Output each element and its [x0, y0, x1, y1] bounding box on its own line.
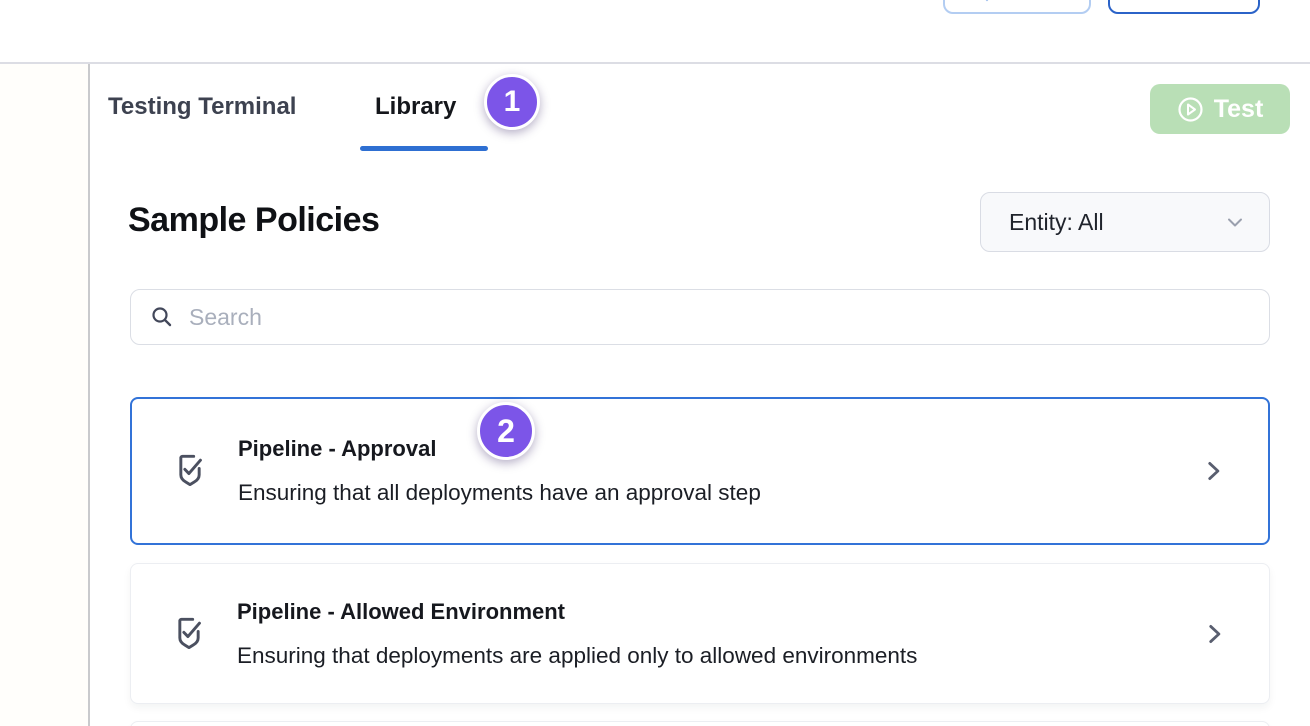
- header-divider: [0, 62, 1310, 64]
- tab-testing-terminal[interactable]: Testing Terminal: [108, 93, 296, 121]
- save-button-label: Save: [1005, 0, 1056, 6]
- save-button[interactable]: Save: [943, 0, 1091, 14]
- policy-description: Ensuring that deployments are applied on…: [237, 643, 917, 669]
- entity-filter-value: Entity: All: [1009, 209, 1104, 236]
- tab-library[interactable]: Library: [375, 93, 456, 121]
- policy-card-pipeline-approval[interactable]: Pipeline - Approval Ensuring that all de…: [130, 397, 1270, 545]
- search-input[interactable]: [189, 304, 1251, 331]
- discard-button[interactable]: Discard: [1108, 0, 1260, 14]
- plus-icon: [977, 0, 997, 3]
- annotation-badge-1: 1: [484, 74, 540, 130]
- page-title: Sample Policies: [128, 201, 379, 240]
- chevron-right-icon: [1200, 458, 1226, 484]
- app-window: Save Discard Testing Terminal Library 1 …: [0, 0, 1310, 726]
- entity-filter-dropdown[interactable]: Entity: All: [980, 192, 1270, 252]
- policy-card-pipeline-allowed-environment[interactable]: Pipeline - Allowed Environment Ensuring …: [130, 563, 1270, 704]
- test-button[interactable]: Test: [1150, 84, 1290, 134]
- search-icon: [149, 304, 175, 330]
- shield-check-icon: [167, 612, 211, 656]
- search-bar: [130, 289, 1270, 345]
- policy-card-partial[interactable]: [130, 721, 1270, 726]
- discard-button-label: Discard: [1144, 0, 1225, 6]
- test-button-label: Test: [1214, 95, 1264, 124]
- policy-title: Pipeline - Allowed Environment: [237, 599, 917, 625]
- left-sidebar-strip: [0, 64, 88, 726]
- policy-description: Ensuring that all deployments have an ap…: [238, 480, 761, 506]
- play-circle-icon: [1177, 96, 1204, 123]
- sidebar-divider: [88, 64, 90, 726]
- shield-check-icon: [168, 449, 212, 493]
- chevron-right-icon: [1201, 621, 1227, 647]
- active-tab-underline: [360, 146, 488, 151]
- chevron-down-icon: [1223, 210, 1247, 234]
- annotation-badge-2: 2: [477, 402, 535, 460]
